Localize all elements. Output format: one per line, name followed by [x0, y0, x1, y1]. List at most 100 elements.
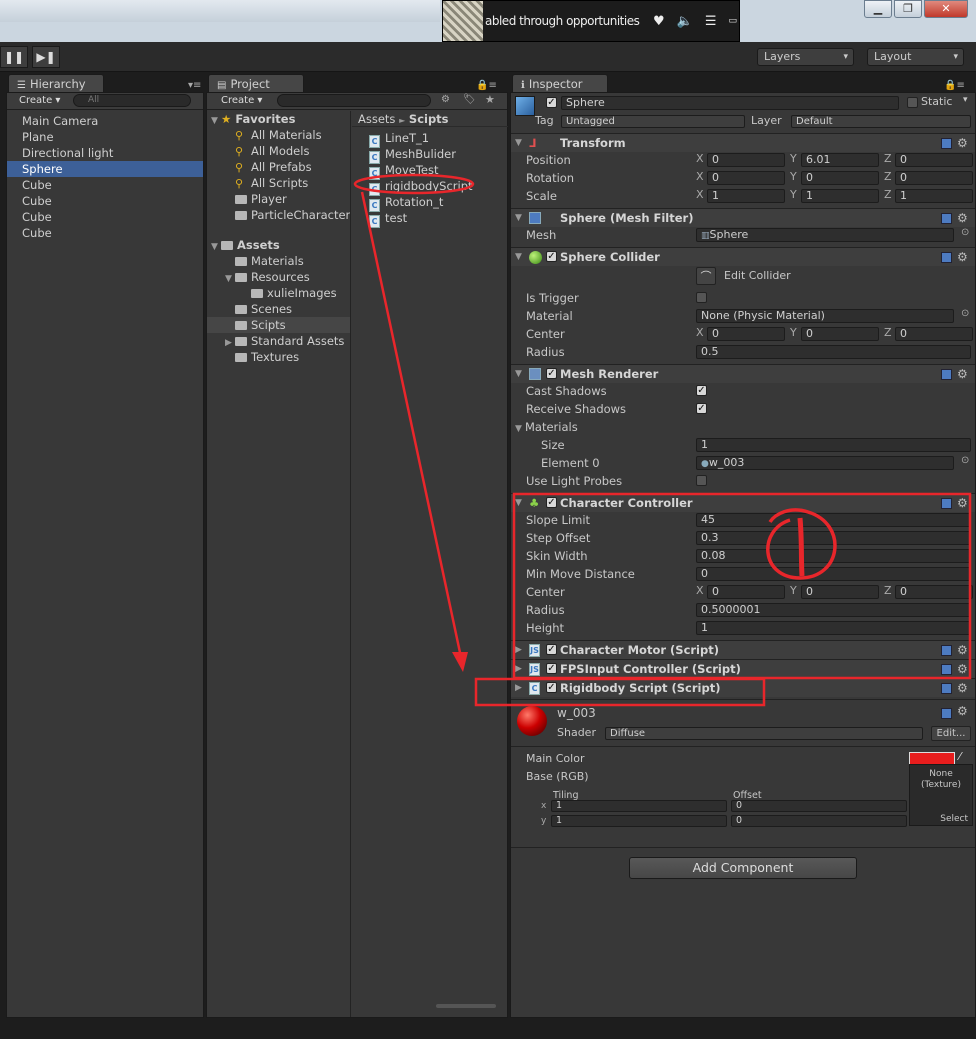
gear-icon[interactable]: ⚙	[957, 704, 968, 718]
lock-icon[interactable]: 🔒≡	[476, 80, 497, 91]
character-motor-header[interactable]: ▶ JS ✓ Character Motor (Script) ⚙	[511, 640, 975, 659]
panel-menu-icon[interactable]: ▾≡	[188, 80, 201, 91]
project-create-button[interactable]: Create ▾	[217, 94, 266, 107]
character-controller-header[interactable]: ▼ ♣ ✓ Character Controller ⚙	[511, 493, 975, 512]
slope-limit-field[interactable]: 45	[696, 513, 971, 527]
asset-folder-item[interactable]: Materials	[207, 253, 350, 269]
scale-z-field[interactable]: 1	[895, 189, 973, 203]
rotation-y-field[interactable]: 0	[801, 171, 879, 185]
add-component-button[interactable]: Add Component	[629, 857, 857, 879]
step-offset-field[interactable]: 0.3	[696, 531, 971, 545]
texture-select-button[interactable]: Select	[940, 814, 968, 824]
object-name-field[interactable]: Sphere	[561, 96, 899, 110]
physic-material-field[interactable]: None (Physic Material)	[696, 309, 954, 323]
receive-shadows-checkbox[interactable]: ✓	[696, 403, 707, 414]
step-button[interactable]: ▶❚	[32, 46, 60, 68]
tab-inspector[interactable]: ℹ Inspector	[512, 74, 608, 93]
controller-center-y-field[interactable]: 0	[801, 585, 879, 599]
favorite-item[interactable]: Player	[207, 191, 350, 207]
cast-shadows-checkbox[interactable]: ✓	[696, 385, 707, 396]
mesh-renderer-header[interactable]: ▼ ✓ Mesh Renderer ⚙	[511, 364, 975, 383]
favorite-item[interactable]: ⚲ All Scripts	[207, 175, 350, 191]
maximize-button[interactable]: ❐	[894, 0, 922, 18]
offset-y-field[interactable]: 0	[731, 815, 907, 827]
tiling-y-field[interactable]: 1	[551, 815, 727, 827]
help-book-icon[interactable]	[941, 138, 952, 149]
favorite-item[interactable]: ⚲ All Models	[207, 143, 350, 159]
collider-center-z-field[interactable]: 0	[895, 327, 973, 341]
label-icon[interactable]: 🏷	[463, 94, 476, 105]
asset-folder-item[interactable]: ▶ Standard Assets	[207, 333, 350, 349]
filter-type-icon[interactable]: ⚙	[441, 94, 450, 105]
rigidbody-enabled-checkbox[interactable]: ✓	[546, 682, 557, 693]
shader-dropdown[interactable]: Diffuse	[605, 727, 923, 740]
texture-slot[interactable]: None (Texture) Select	[909, 764, 973, 826]
is-trigger-checkbox[interactable]	[696, 292, 707, 303]
tab-hierarchy[interactable]: ☰ Hierarchy	[8, 74, 104, 93]
mesh-filter-header[interactable]: ▼ Sphere (Mesh Filter) ⚙	[511, 208, 975, 227]
layer-dropdown[interactable]: Default	[791, 115, 971, 128]
asset-folder-item[interactable]: Textures	[207, 349, 350, 365]
scale-x-field[interactable]: 1	[707, 189, 785, 203]
collider-enabled-checkbox[interactable]: ✓	[546, 251, 557, 262]
minimize-button[interactable]: ▁	[864, 0, 892, 18]
element-0-field[interactable]: ●w_003	[696, 456, 954, 470]
help-book-icon[interactable]	[941, 252, 952, 263]
favorite-item[interactable]: ParticleCharacter	[207, 207, 350, 223]
asset-folder-item[interactable]: ▼ Resources	[207, 269, 350, 285]
help-book-icon[interactable]	[941, 708, 952, 719]
renderer-enabled-checkbox[interactable]: ✓	[546, 368, 557, 379]
hierarchy-search-input[interactable]: All	[73, 94, 191, 107]
materials-foldout[interactable]: ▼ Materials	[515, 418, 578, 436]
help-book-icon[interactable]	[941, 683, 952, 694]
position-z-field[interactable]: 0	[895, 153, 973, 167]
favorite-item[interactable]: ⚲ All Materials	[207, 127, 350, 143]
fps-input-header[interactable]: ▶ JS ✓ FPSInput Controller (Script) ⚙	[511, 659, 975, 678]
collider-center-x-field[interactable]: 0	[707, 327, 785, 341]
height-field[interactable]: 1	[696, 621, 971, 635]
controller-enabled-checkbox[interactable]: ✓	[546, 497, 557, 508]
hierarchy-item[interactable]: Cube	[7, 193, 203, 209]
lock-icon[interactable]: 🔒≡	[944, 80, 965, 91]
hierarchy-item[interactable]: Directional light	[7, 145, 203, 161]
controller-center-z-field[interactable]: 0	[895, 585, 973, 599]
materials-size-field[interactable]: 1	[696, 438, 971, 452]
position-y-field[interactable]: 6.01	[801, 153, 879, 167]
minimize-icon[interactable]: ▭	[729, 16, 738, 26]
skin-width-field[interactable]: 0.08	[696, 549, 971, 563]
eyedropper-icon[interactable]: ⁄	[959, 750, 961, 763]
gear-icon[interactable]: ⚙	[957, 365, 968, 383]
assets-header[interactable]: ▼ Assets	[207, 237, 350, 253]
asset-folder-item[interactable]: Scenes	[207, 301, 350, 317]
star-icon[interactable]: ★	[485, 93, 495, 106]
layout-dropdown[interactable]: Layout	[867, 48, 964, 66]
collider-center-y-field[interactable]: 0	[801, 327, 879, 341]
offset-x-field[interactable]: 0	[731, 800, 907, 812]
script-file-item[interactable]: C MoveTest	[352, 162, 508, 180]
hierarchy-item[interactable]: Main Camera	[7, 113, 203, 129]
zoom-slider[interactable]	[436, 1004, 496, 1008]
script-file-item[interactable]: Ctest	[352, 210, 508, 228]
tiling-x-field[interactable]: 1	[551, 800, 727, 812]
hierarchy-item[interactable]: Cube	[7, 177, 203, 193]
gear-icon[interactable]: ⚙	[957, 494, 968, 512]
hierarchy-item[interactable]: Plane	[7, 129, 203, 145]
breadcrumb-assets[interactable]: Assets	[358, 112, 395, 126]
edit-collider-button[interactable]: ⌒	[696, 267, 716, 285]
object-picker-icon[interactable]: ⊙	[961, 308, 969, 319]
gear-icon[interactable]: ⚙	[957, 660, 968, 678]
layers-dropdown[interactable]: Layers	[757, 48, 854, 66]
project-search-input[interactable]	[277, 94, 431, 107]
volume-icon[interactable]: 🔈	[677, 14, 693, 29]
heart-icon[interactable]: ♥	[653, 14, 665, 29]
sphere-collider-header[interactable]: ▼ ✓ Sphere Collider ⚙	[511, 247, 975, 266]
close-button[interactable]: ✕	[924, 0, 968, 18]
tag-dropdown[interactable]: Untagged	[561, 115, 745, 128]
static-checkbox[interactable]	[907, 97, 918, 108]
min-move-field[interactable]: 0	[696, 567, 971, 581]
controller-radius-field[interactable]: 0.5000001	[696, 603, 971, 617]
pause-button[interactable]: ❚❚	[0, 46, 28, 68]
collider-radius-field[interactable]: 0.5	[696, 345, 971, 359]
gear-icon[interactable]: ⚙	[957, 134, 968, 152]
help-book-icon[interactable]	[941, 498, 952, 509]
